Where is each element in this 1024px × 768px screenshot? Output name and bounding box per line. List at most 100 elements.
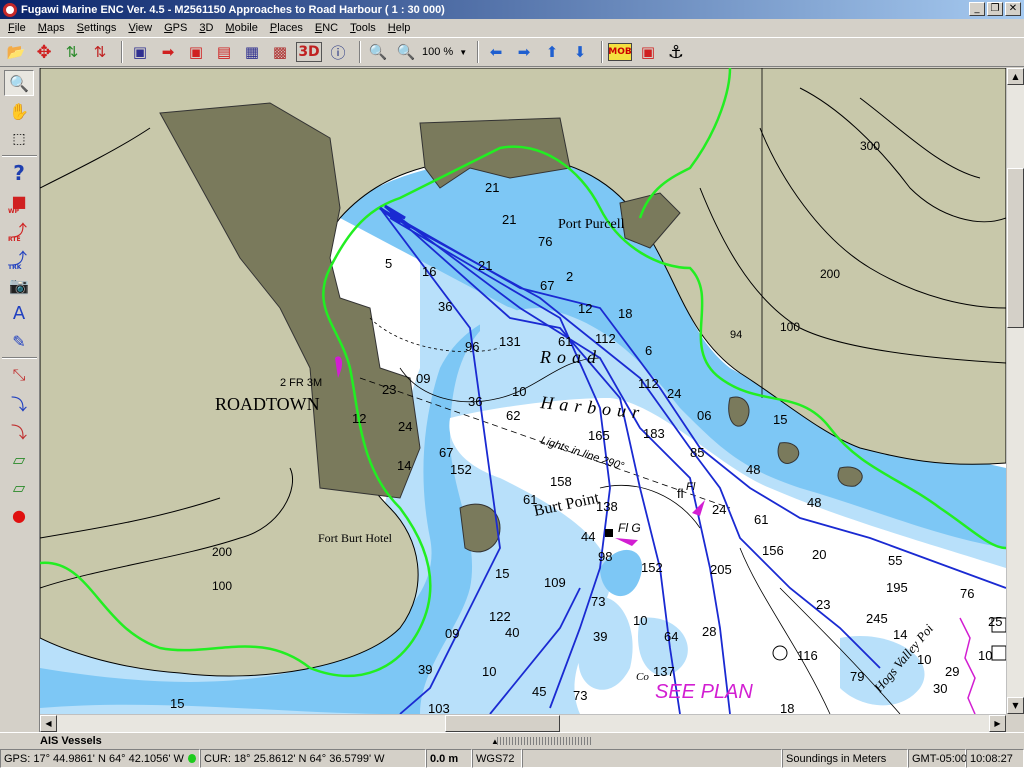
sounding: 96 bbox=[465, 339, 479, 354]
status-spacer bbox=[522, 749, 782, 768]
vertical-scroll-thumb[interactable] bbox=[1007, 168, 1024, 328]
gps-connect-icon[interactable]: ▣ bbox=[128, 40, 152, 64]
sounding: 39 bbox=[418, 662, 432, 677]
sounding: 12 bbox=[578, 301, 592, 316]
camera-icon[interactable]: 📷 bbox=[4, 272, 34, 298]
chart-map[interactable]: ROADTOWN Fort Burt Hotel Port Purcell Bu… bbox=[40, 68, 1006, 714]
menu-enc[interactable]: ENC bbox=[309, 19, 344, 37]
scroll-right-icon[interactable]: ▶ bbox=[989, 715, 1006, 732]
anchor-icon[interactable]: ⚓ bbox=[664, 40, 688, 64]
menu-file[interactable]: File bbox=[2, 19, 32, 37]
sounding: 156 bbox=[762, 543, 784, 558]
color-map-icon[interactable]: ▩ bbox=[268, 40, 292, 64]
sounding: 36 bbox=[438, 299, 452, 314]
scroll-left-icon[interactable]: ◀ bbox=[40, 715, 57, 732]
sounding: 12 bbox=[352, 411, 366, 426]
hand-pan-icon[interactable]: ✋ bbox=[4, 98, 34, 124]
sounding: 10 bbox=[917, 652, 931, 667]
zoom-level-dropdown[interactable]: 100 % ▼ bbox=[422, 42, 472, 62]
vertical-scrollbar[interactable]: ▲ ▼ bbox=[1006, 68, 1024, 714]
sounding: 10 bbox=[978, 648, 992, 663]
query-object-icon[interactable]: ? bbox=[4, 160, 34, 186]
sounding: 67 bbox=[439, 445, 453, 460]
sounding: 30 bbox=[933, 681, 947, 696]
rock-islet bbox=[837, 466, 863, 487]
sounding: 18 bbox=[780, 701, 794, 714]
menu-view[interactable]: View bbox=[122, 19, 158, 37]
route-tool-icon[interactable]: ⤴ RTE bbox=[4, 216, 34, 243]
waypoint-tool-icon[interactable]: ■ WP bbox=[4, 188, 34, 216]
maximize-button[interactable]: ❐ bbox=[987, 2, 1003, 16]
zoom-out-icon[interactable]: 🔍 bbox=[366, 40, 390, 64]
menu-help[interactable]: Help bbox=[382, 19, 417, 37]
arrow-right-icon[interactable]: ➡ bbox=[512, 40, 536, 64]
scroll-up-icon[interactable]: ▲ bbox=[1007, 68, 1024, 85]
sounding: 21 bbox=[502, 212, 516, 227]
horizontal-scroll-thumb[interactable] bbox=[445, 715, 560, 732]
three-d-view-button[interactable]: 3D bbox=[296, 42, 322, 62]
layer-down-icon[interactable]: ▱ bbox=[4, 446, 34, 472]
export-waypoints-icon[interactable]: ⇅ bbox=[88, 40, 112, 64]
info-icon[interactable]: ⓘ bbox=[326, 40, 350, 64]
menu-3d[interactable]: 3D bbox=[193, 19, 219, 37]
import-waypoints-icon[interactable]: ⇅ bbox=[60, 40, 84, 64]
toolbar-separator bbox=[121, 41, 123, 63]
arrow-up-icon[interactable]: ⬆ bbox=[540, 40, 564, 64]
track-tool-icon[interactable]: ⤴ TRK bbox=[4, 244, 34, 271]
contour-label: 100 bbox=[780, 320, 800, 334]
tool-separator bbox=[2, 155, 37, 157]
menu-maps[interactable]: Maps bbox=[32, 19, 71, 37]
beacon-mark bbox=[605, 529, 613, 537]
sounding: 20 bbox=[812, 547, 826, 562]
sounding: 103 bbox=[428, 701, 450, 714]
goto-icon[interactable]: ⤵ bbox=[4, 418, 34, 444]
contour-label: 300 bbox=[860, 139, 880, 153]
layer-up-icon[interactable]: ▱ bbox=[4, 474, 34, 500]
main-toolbar: 📂 ✥ ⇅ ⇅ ▣ ➡ ▣ ▤ ▦ ▩ 3D ⓘ 🔍 🔍 100 % ▼ ⬅ ➡… bbox=[0, 37, 1024, 67]
man-overboard-button[interactable]: MOB bbox=[608, 43, 632, 61]
sounding: 2 bbox=[566, 269, 573, 284]
minimize-button[interactable]: _ bbox=[969, 2, 985, 16]
sounding: 116 bbox=[797, 648, 818, 663]
distance-panel: 0.0 m bbox=[426, 749, 472, 768]
soundings-units-text: Soundings in Meters bbox=[786, 752, 887, 765]
menu-gps[interactable]: GPS bbox=[158, 19, 193, 37]
zoom-in-icon[interactable]: 🔍 bbox=[394, 40, 418, 64]
route-tool-label: RTE bbox=[8, 236, 21, 243]
splitter-grip[interactable] bbox=[497, 737, 592, 745]
zoom-tool-icon[interactable]: 🔍 bbox=[4, 70, 34, 96]
light-flg-label: Fl G bbox=[618, 521, 641, 535]
menu-settings[interactable]: Settings bbox=[71, 19, 123, 37]
sounding: 183 bbox=[643, 426, 665, 441]
timezone-text: GMT-05:00 bbox=[912, 752, 968, 765]
select-rectangle-icon[interactable]: ⬚ bbox=[4, 126, 34, 152]
pan-move-icon[interactable]: ✥ bbox=[32, 40, 56, 64]
horizontal-scrollbar[interactable]: ◀ ▶ bbox=[40, 714, 1006, 732]
menu-mobile[interactable]: Mobile bbox=[219, 19, 263, 37]
arrow-down-icon[interactable]: ⬇ bbox=[568, 40, 592, 64]
sounding: 131 bbox=[499, 334, 521, 349]
sounding: 73 bbox=[591, 594, 605, 609]
map-window-icon[interactable]: ▦ bbox=[240, 40, 264, 64]
gps-download-icon[interactable]: ➡ bbox=[156, 40, 180, 64]
sounding: 40 bbox=[505, 625, 519, 640]
route-nav-icon[interactable]: ⤵ bbox=[4, 390, 34, 416]
text-tool-icon[interactable]: A bbox=[4, 300, 34, 326]
gps-track-icon[interactable]: ▤ bbox=[212, 40, 236, 64]
arrow-left-icon[interactable]: ⬅ bbox=[484, 40, 508, 64]
gps-upload-icon[interactable]: ▣ bbox=[184, 40, 208, 64]
sounding: 76 bbox=[960, 586, 974, 601]
close-button[interactable]: ✕ bbox=[1005, 2, 1021, 16]
sounding: 158 bbox=[550, 474, 572, 489]
open-folder-icon[interactable]: 📂 bbox=[4, 40, 28, 64]
pencil-icon[interactable]: ✎ bbox=[4, 328, 34, 354]
measure-distance-icon[interactable]: ⤡ bbox=[4, 362, 34, 388]
record-track-icon[interactable]: ● bbox=[4, 502, 34, 528]
menu-tools[interactable]: Tools bbox=[344, 19, 382, 37]
mark-position-icon[interactable]: ▣ bbox=[636, 40, 660, 64]
menu-places[interactable]: Places bbox=[264, 19, 309, 37]
scroll-down-icon[interactable]: ▼ bbox=[1007, 697, 1024, 714]
sounding: 76 bbox=[538, 234, 552, 249]
track-tool-label: TRK bbox=[8, 264, 22, 271]
sounding: 64 bbox=[664, 629, 678, 644]
